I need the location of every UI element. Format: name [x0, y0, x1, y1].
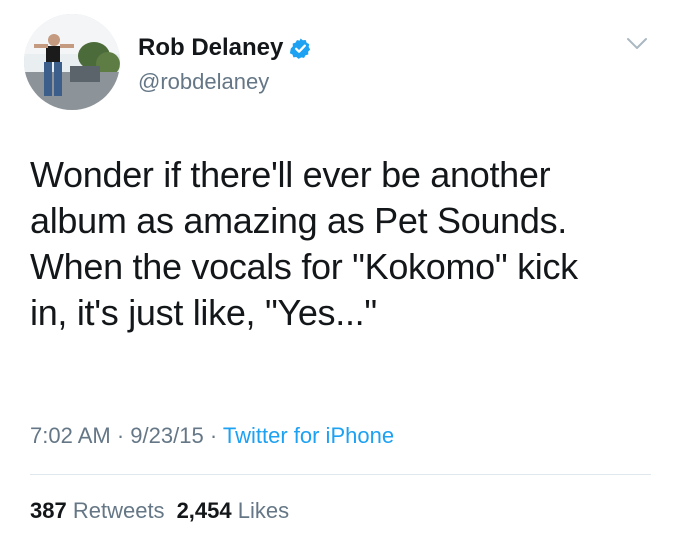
tweet-meta: 7:02 AM · 9/23/15 · Twitter for iPhone: [30, 421, 394, 451]
tweet-text: Wonder if there'll ever be another album…: [30, 152, 655, 336]
likes-label: Likes: [237, 498, 290, 523]
author-display-name[interactable]: Rob Delaney: [138, 33, 283, 63]
tweet-text-line: Wonder if there'll ever be another: [30, 154, 551, 195]
retweets-label: Retweets: [72, 498, 165, 523]
retweets-stat[interactable]: 387 Retweets: [30, 498, 165, 523]
tweet-text-line: in, it's just like, "Yes...": [30, 292, 377, 333]
author-handle[interactable]: @robdelaney: [138, 68, 269, 96]
verified-badge-icon: [289, 37, 312, 60]
author-name-row[interactable]: Rob Delaney: [138, 33, 312, 63]
tweet-date[interactable]: 9/23/15: [130, 423, 203, 448]
retweets-count: 387: [30, 498, 67, 523]
tweet-text-line: When the vocals for "Kokomo" kick: [30, 246, 578, 287]
likes-stat[interactable]: 2,454 Likes: [177, 498, 290, 523]
chevron-down-icon[interactable]: [626, 37, 648, 51]
meta-separator: ·: [116, 423, 125, 448]
avatar[interactable]: [24, 14, 120, 110]
divider: [30, 474, 651, 475]
meta-separator: ·: [209, 423, 218, 448]
avatar-photo: [24, 14, 120, 110]
tweet-stats: 387 Retweets 2,454 Likes: [30, 496, 289, 526]
tweet-time[interactable]: 7:02 AM: [30, 423, 111, 448]
tweet-card: Rob Delaney @robdelaney Wonder if there'…: [0, 0, 680, 546]
likes-count: 2,454: [176, 498, 232, 523]
tweet-text-line: album as amazing as Pet Sounds.: [30, 200, 568, 241]
tweet-source-link[interactable]: Twitter for iPhone: [223, 423, 394, 448]
